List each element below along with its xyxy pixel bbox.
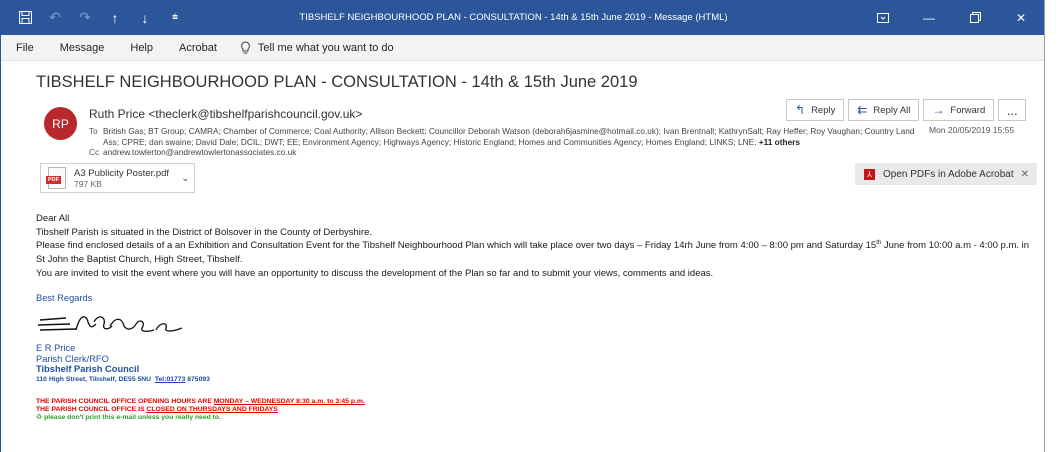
down-arrow-icon[interactable]: ↓: [137, 10, 153, 26]
signature-name: E R Price: [36, 343, 76, 353]
redo-icon[interactable]: ↷: [77, 9, 93, 26]
body-line: Tibshelf Parish is situated in the Distr…: [36, 226, 372, 238]
acrobat-icon: ⅄: [864, 168, 875, 180]
undo-icon[interactable]: ↶: [47, 9, 63, 26]
customize-icon[interactable]: ⩧: [167, 10, 183, 26]
menu-bar: File Message Help Acrobat Tell me what y…: [1, 35, 1044, 61]
menu-message[interactable]: Message: [47, 35, 118, 61]
message-date: Mon 20/05/2019 15:55: [929, 125, 1015, 135]
recipients: To British Gas; BT Group; CAMRA; Chamber…: [89, 126, 929, 158]
close-icon[interactable]: ✕: [998, 0, 1044, 35]
cc-label: Cc: [89, 147, 100, 157]
body-line: You are invited to visit the event where…: [36, 267, 714, 279]
eco-note: ♻ please don't print this e-mail unless …: [36, 414, 221, 422]
to-row: To British Gas; BT Group; CAMRA; Chamber…: [89, 126, 929, 147]
menu-help[interactable]: Help: [117, 35, 166, 61]
menu-acrobat[interactable]: Acrobat: [166, 35, 230, 61]
handwritten-signature: [37, 316, 183, 332]
sender-name[interactable]: Ruth Price <theclerk@tibshelfparishcounc…: [89, 107, 362, 121]
tell-me-search[interactable]: Tell me what you want to do: [230, 40, 394, 55]
signature-block: E R Price Parish Clerk/RFO Tibshelf Pari…: [36, 343, 210, 385]
signature-role: Parish Clerk/RFO: [36, 353, 109, 364]
pdf-file-icon: PDF: [46, 167, 66, 189]
window-border-right: [1044, 0, 1045, 452]
office-hours-notice: THE PARISH COUNCIL OFFICE OPENING HOURS …: [36, 398, 365, 423]
window-controls: — ✕: [860, 0, 1044, 35]
acrobat-bar-text: Open PDFs in Adobe Acrobat: [883, 168, 1014, 180]
quick-access-toolbar: ↶ ↷ ↑ ↓ ⩧: [17, 0, 183, 35]
menu-file[interactable]: File: [1, 35, 47, 61]
acrobat-info-bar[interactable]: ⅄ Open PDFs in Adobe Acrobat ✕: [855, 163, 1037, 185]
closed-days: THE PARISH COUNCIL OFFICE IS CLOSED ON T…: [36, 406, 278, 414]
reply-icon: ↰: [795, 103, 806, 117]
attachment-name: A3 Publicity Poster.pdf: [74, 167, 170, 179]
more-actions-button[interactable]: ...: [998, 99, 1027, 121]
forward-button[interactable]: → Forward: [923, 99, 995, 121]
save-icon[interactable]: [17, 10, 33, 26]
minimize-icon[interactable]: —: [906, 0, 952, 35]
sender-avatar[interactable]: RP: [44, 107, 77, 140]
phone-link[interactable]: Tel:01773: [155, 376, 185, 383]
message-actions: ↰ Reply ⇇ Reply All → Forward ...: [786, 99, 1027, 121]
message-subject: TIBSHELF NEIGHBOURHOOD PLAN - CONSULTATI…: [36, 73, 638, 91]
ribbon-display-icon[interactable]: [860, 0, 906, 35]
body-greeting: Dear All: [36, 213, 70, 224]
cc-recipients[interactable]: andrew.towlerton@andrewtowlertonassociat…: [103, 147, 929, 158]
signature-address: 110 High Street, Tibshelf, DE55 5NU Tel:…: [36, 375, 210, 383]
chevron-down-icon[interactable]: ⌄: [181, 173, 189, 184]
window-border-left: [0, 0, 1, 452]
forward-icon: →: [932, 103, 945, 117]
to-recipients[interactable]: British Gas; BT Group; CAMRA; Chamber of…: [103, 126, 929, 147]
close-icon[interactable]: ✕: [1021, 169, 1029, 180]
opening-hours: THE PARISH COUNCIL OFFICE OPENING HOURS …: [36, 398, 365, 405]
reply-all-icon: ⇇: [857, 103, 868, 117]
to-label: To: [89, 126, 98, 136]
more-recipients-link[interactable]: +11 others: [759, 137, 800, 147]
body-line: Please find enclosed details of a an Exh…: [36, 240, 1030, 266]
message-body: Dear All Tibshelf Parish is situated in …: [36, 212, 1036, 281]
title-bar: TIBSHELF NEIGHBOURHOOD PLAN - CONSULTATI…: [1, 0, 1044, 35]
lightbulb-icon: [241, 40, 250, 53]
tell-me-text: Tell me what you want to do: [257, 41, 394, 54]
reply-button[interactable]: ↰ Reply: [786, 99, 845, 121]
cc-row: Cc andrew.towlerton@andrewtowlertonassoc…: [89, 147, 929, 158]
attachment-size: 797 KB: [74, 178, 102, 189]
restore-icon[interactable]: [952, 0, 998, 35]
signature-org: Tibshelf Parish Council: [36, 364, 140, 374]
recycle-icon: ♻: [36, 414, 43, 422]
signature-regards: Best Regards: [36, 293, 93, 303]
reply-all-button[interactable]: ⇇ Reply All: [848, 99, 920, 121]
up-arrow-icon[interactable]: ↑: [107, 10, 123, 26]
attachment-card[interactable]: PDF A3 Publicity Poster.pdf 797 KB ⌄: [40, 163, 195, 193]
